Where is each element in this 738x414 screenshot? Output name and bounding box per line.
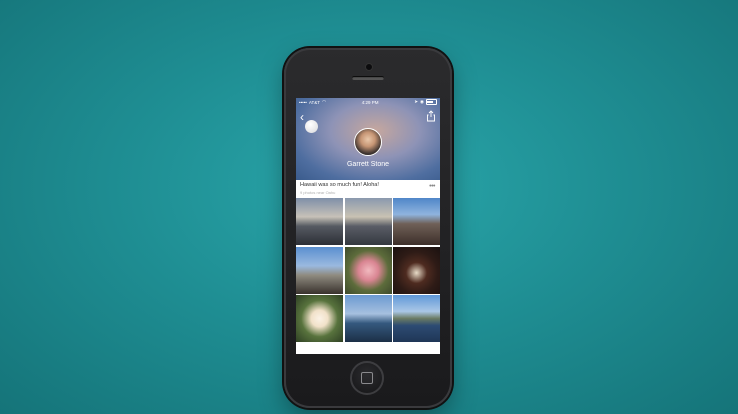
carrier-label: AT&T bbox=[308, 99, 321, 105]
album-title: Hawaii was so much fun! Aloha! bbox=[300, 182, 379, 188]
photo-ocean-view[interactable] bbox=[393, 295, 440, 342]
photo-plumeria-flowers[interactable] bbox=[296, 295, 343, 342]
profile-header: ••••• AT&T ◠ 4:29 PM ➤ ◉ ‹ Garrett Stone bbox=[296, 98, 440, 180]
home-button[interactable] bbox=[350, 361, 384, 395]
wifi-icon: ◠ bbox=[322, 99, 326, 104]
signal-icon: ••••• bbox=[299, 99, 307, 105]
photo-grid bbox=[296, 198, 440, 342]
assistive-touch-dot[interactable] bbox=[305, 120, 318, 133]
phone-device: ••••• AT&T ◠ 4:29 PM ➤ ◉ ‹ Garrett Stone bbox=[284, 48, 452, 408]
photo-beach-clouds[interactable] bbox=[296, 246, 343, 294]
location-icon: ➤ bbox=[414, 99, 419, 104]
photo-pink-hibiscus[interactable] bbox=[344, 246, 392, 294]
share-icon[interactable] bbox=[426, 110, 436, 122]
status-time: 4:29 PM bbox=[361, 99, 379, 105]
phone-screen: ••••• AT&T ◠ 4:29 PM ➤ ◉ ‹ Garrett Stone bbox=[296, 98, 440, 354]
status-bar: ••••• AT&T ◠ 4:29 PM ➤ ◉ bbox=[296, 98, 440, 106]
album-subtitle: 9 photos near Oahu bbox=[300, 190, 336, 195]
profile-name[interactable]: Garrett Stone bbox=[296, 161, 440, 168]
photo-road-sunset[interactable] bbox=[344, 198, 392, 245]
battery-icon bbox=[425, 99, 437, 105]
earpiece-speaker bbox=[352, 76, 384, 80]
front-camera bbox=[365, 63, 373, 71]
alarm-icon: ◉ bbox=[420, 99, 424, 104]
photo-chocolate-dessert[interactable] bbox=[393, 246, 440, 294]
photo-sunset-shore[interactable] bbox=[296, 198, 343, 245]
home-square-icon bbox=[361, 372, 373, 384]
album-info: Hawaii was so much fun! Aloha! 9 photos … bbox=[296, 180, 440, 197]
photo-boat-flag[interactable] bbox=[344, 295, 392, 342]
bottom-strip bbox=[296, 344, 440, 354]
avatar[interactable] bbox=[354, 128, 382, 156]
photo-rocky-beach[interactable] bbox=[393, 198, 440, 245]
more-options-icon[interactable]: ••• bbox=[429, 183, 435, 190]
